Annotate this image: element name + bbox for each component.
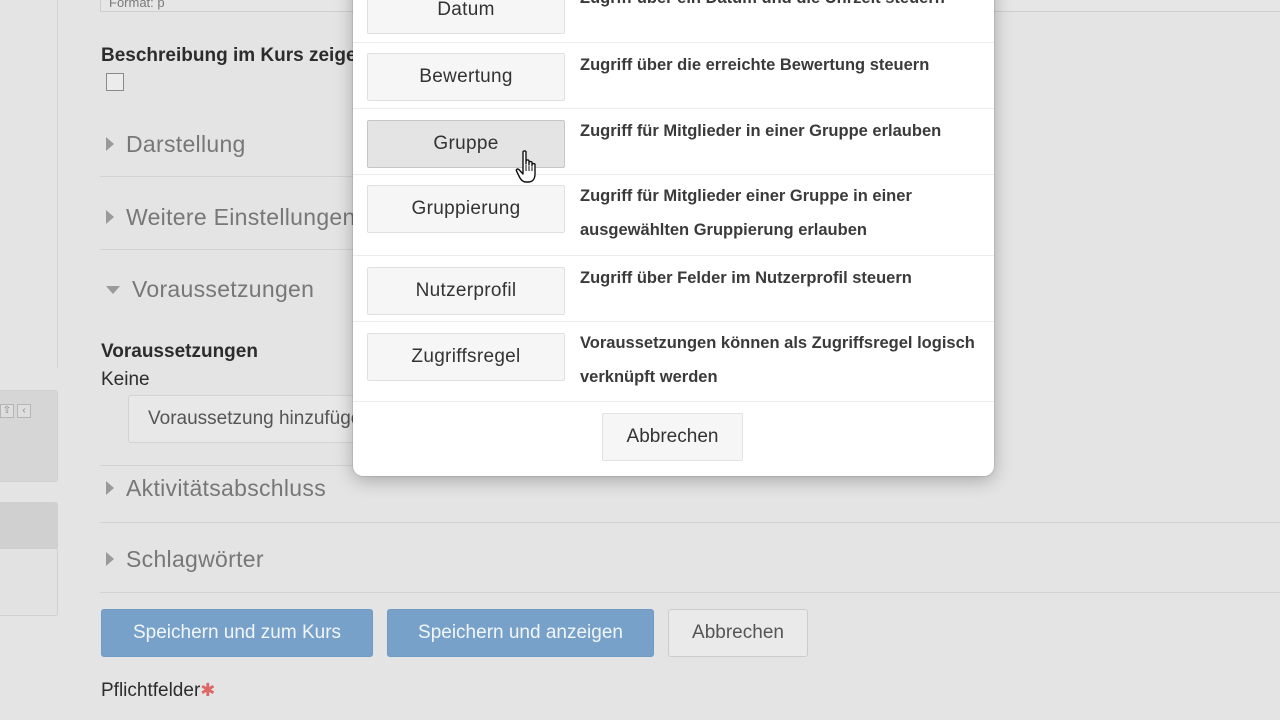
option-nutzerprofil-description: Zugriff über Felder im Nutzerprofil steu… — [580, 269, 912, 287]
option-gruppe-description: Zugriff für Mitglieder in einer Gruppe e… — [580, 122, 942, 140]
section-divider — [100, 249, 360, 250]
expand-icon — [106, 552, 114, 566]
section-aktivitaetsabschluss[interactable]: Aktivitätsabschluss — [106, 471, 326, 505]
section-schlagwoerter-label: Schlagwörter — [126, 545, 264, 572]
section-voraussetzungen[interactable]: Voraussetzungen — [106, 272, 314, 306]
dialog-cancel-button[interactable]: Abbrechen — [602, 413, 743, 461]
add-restriction-button[interactable]: Voraussetzung hinzufügen... — [128, 395, 368, 443]
block-controls: ⇧ ‹ — [0, 404, 31, 418]
option-row: Datum Zugriff über ein Datum und die Uhr… — [353, 0, 994, 43]
left-column-divider — [57, 0, 58, 368]
expand-icon — [106, 481, 114, 495]
option-datum-description: Zugriff über ein Datum und die Uhrzeit s… — [580, 0, 985, 15]
option-row: Bewertung Zugriff über die erreichte Bew… — [353, 43, 994, 109]
option-row: Zugriffsregel Voraussetzungen können als… — [353, 322, 994, 402]
section-weitere-einstellungen[interactable]: Weitere Einstellungen — [106, 200, 356, 234]
option-zugriffsregel-button[interactable]: Zugriffsregel — [367, 333, 565, 381]
option-gruppierung-button[interactable]: Gruppierung — [367, 185, 565, 233]
section-darstellung-label: Darstellung — [126, 130, 246, 157]
option-bewertung-button[interactable]: Bewertung — [367, 53, 565, 101]
option-row: Nutzerprofil Zugriff über Felder im Nutz… — [353, 256, 994, 322]
option-row: Gruppierung Zugriff für Mitglieder einer… — [353, 175, 994, 256]
dock-icon[interactable]: ‹ — [17, 404, 31, 418]
section-schlagwoerter[interactable]: Schlagwörter — [106, 542, 264, 576]
section-darstellung[interactable]: Darstellung — [106, 127, 246, 161]
option-datum-button[interactable]: Datum — [367, 0, 565, 34]
left-block-bottom — [0, 548, 58, 616]
cancel-form-button[interactable]: Abbrechen — [668, 609, 808, 657]
restrictions-value: Keine — [101, 369, 150, 390]
required-star-icon: ✱ — [200, 680, 216, 700]
section-divider — [100, 176, 360, 177]
left-block-active — [0, 502, 58, 550]
hand-pointer-cursor-icon — [515, 150, 536, 183]
restrictions-heading: Voraussetzungen — [101, 341, 258, 362]
required-fields-note: Pflichtfelder✱ — [101, 680, 215, 702]
option-nutzerprofil-button[interactable]: Nutzerprofil — [367, 267, 565, 315]
section-voraussetzungen-label: Voraussetzungen — [132, 275, 315, 302]
show-description-label: Beschreibung im Kurs zeigen — [101, 45, 369, 66]
add-restriction-dialog: Datum Zugriff über ein Datum und die Uhr… — [353, 0, 994, 476]
section-divider — [100, 465, 360, 466]
expand-icon — [106, 210, 114, 224]
move-icon[interactable]: ⇧ — [0, 404, 14, 418]
option-bewertung-description: Zugriff über die erreichte Bewertung ste… — [580, 56, 930, 74]
section-aktivitaet-label: Aktivitätsabschluss — [126, 474, 326, 501]
section-weitere-label: Weitere Einstellungen — [126, 203, 356, 230]
option-zugriffsregel-description: Voraussetzungen können als Zugriffsregel… — [580, 334, 975, 386]
expand-icon — [106, 137, 114, 151]
show-description-checkbox[interactable] — [106, 73, 124, 91]
section-divider — [100, 592, 1280, 593]
save-and-display-button[interactable]: Speichern und anzeigen — [387, 609, 654, 657]
option-row: Gruppe Zugriff für Mitglieder in einer G… — [353, 109, 994, 175]
section-divider — [100, 522, 1280, 523]
save-and-return-button[interactable]: Speichern und zum Kurs — [101, 609, 373, 657]
option-gruppierung-description: Zugriff für Mitglieder einer Gruppe in e… — [580, 187, 912, 239]
collapse-icon — [106, 286, 120, 294]
required-fields-label: Pflichtfelder — [101, 680, 201, 701]
